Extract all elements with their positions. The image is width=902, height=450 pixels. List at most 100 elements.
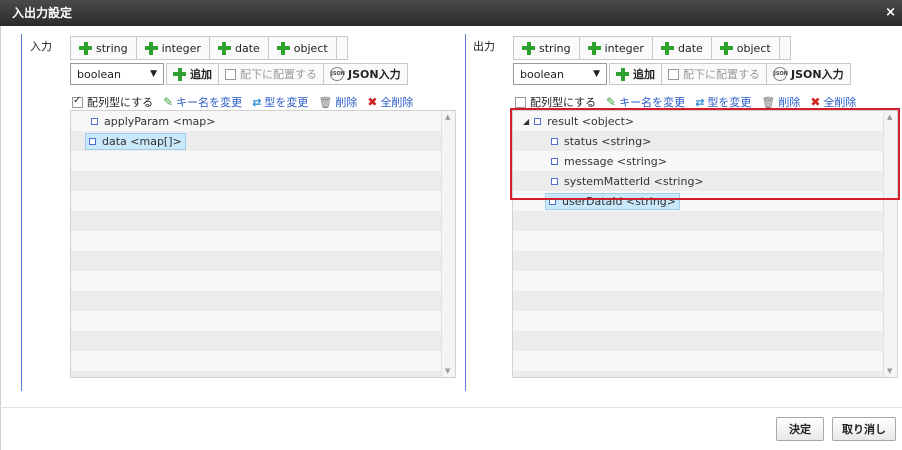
x-icon: ✖	[367, 95, 378, 109]
output-add-label: 追加	[633, 68, 655, 81]
add-date-label: date	[677, 41, 703, 55]
plus-icon	[217, 41, 231, 55]
tree-row-empty	[71, 311, 455, 331]
input-array-label: 配列型にする	[87, 96, 154, 109]
input-type-toolbar: string integer date object	[70, 36, 348, 60]
tree-row-empty	[513, 211, 897, 231]
scroll-down-icon[interactable]: ▼	[887, 367, 892, 375]
add-date-button[interactable]: date	[210, 37, 269, 59]
input-add-label: 追加	[190, 68, 212, 81]
node-icon	[89, 137, 96, 145]
input-child-button[interactable]: 配下に配置する	[219, 63, 324, 85]
checkbox-icon	[515, 96, 526, 108]
output-panel-border	[465, 34, 466, 391]
tree-row-empty	[513, 351, 897, 371]
pencil-icon: ✎	[163, 95, 174, 109]
input-type-select[interactable]: boolean ▼	[70, 63, 164, 85]
output-type-select[interactable]: boolean ▼	[513, 63, 607, 85]
add-date-button[interactable]: date	[653, 37, 712, 59]
input-panel-label: 入力	[30, 40, 52, 53]
input-panel-border	[21, 34, 22, 391]
scroll-up-icon[interactable]: ▲	[445, 113, 450, 121]
tree-row[interactable]: data <map[]>	[71, 131, 455, 151]
tree-row-empty	[71, 331, 455, 351]
plus-icon	[276, 41, 290, 55]
add-integer-button[interactable]: integer	[580, 37, 653, 59]
input-type-select-row: boolean ▼ 追加 配下に配置する JSON JSON入力	[70, 62, 408, 86]
trash-icon: 🗑	[761, 95, 776, 109]
input-rename-button[interactable]: ✎ キー名を変更	[163, 94, 242, 110]
output-type-select-row: boolean ▼ 追加 配下に配置する JSON JSON入力	[513, 62, 851, 86]
tree-row-empty	[71, 291, 455, 311]
cancel-button[interactable]: 取り消し	[832, 417, 896, 441]
dialog-title: 入出力設定	[12, 6, 73, 20]
output-json-button[interactable]: JSON JSON入力	[767, 63, 851, 85]
ok-button[interactable]: 決定	[776, 417, 824, 441]
tree-row[interactable]: applyParam <map>	[71, 111, 455, 131]
input-type-select-value: boolean	[77, 67, 121, 81]
swap-icon: ⇄	[252, 95, 262, 109]
json-icon: JSON	[330, 67, 345, 81]
input-actions-row: 配列型にする ✎キー名を変更 ⇄型を変更 🗑削除 ✖全削除	[72, 94, 413, 110]
tree-row-empty	[513, 271, 897, 291]
highlight-box	[510, 108, 900, 200]
input-retype-button[interactable]: ⇄ 型を変更	[252, 94, 308, 110]
plus-icon	[79, 41, 92, 55]
output-json-label: JSON入力	[791, 68, 844, 81]
add-integer-label: integer	[604, 41, 644, 55]
add-string-button[interactable]: string	[71, 37, 137, 59]
input-tree: applyParam <map> data <map[]> ▲ ▼	[70, 110, 456, 378]
output-child-label: 配下に配置する	[683, 68, 760, 81]
add-object-button[interactable]: object	[269, 37, 337, 59]
input-tree-scrollbar[interactable]: ▲ ▼	[441, 111, 455, 377]
input-delete-all-button[interactable]: ✖ 全削除	[367, 94, 413, 110]
add-string-button[interactable]: string	[514, 37, 580, 59]
swap-icon: ⇄	[695, 95, 705, 109]
plus-icon	[660, 41, 674, 55]
add-date-label: date	[234, 41, 260, 55]
tree-row-empty	[71, 171, 455, 191]
scroll-down-icon[interactable]: ▼	[445, 367, 450, 375]
tree-row-empty	[513, 311, 897, 331]
close-icon[interactable]: ×	[885, 0, 896, 26]
tree-row-empty	[71, 371, 455, 377]
add-string-label: string	[96, 41, 128, 55]
tree-row-empty	[513, 331, 897, 351]
json-icon: JSON	[773, 67, 788, 81]
plus-icon	[616, 67, 629, 81]
checkbox-icon	[668, 68, 679, 80]
input-json-button[interactable]: JSON JSON入力	[324, 63, 408, 85]
tree-item-label: data <map[]>	[102, 134, 182, 148]
tree-row-empty	[513, 231, 897, 251]
tree-row-empty	[71, 151, 455, 171]
trash-icon: 🗑	[318, 95, 333, 109]
input-child-label: 配下に配置する	[240, 68, 317, 81]
pencil-icon: ✎	[606, 95, 617, 109]
input-rename-label: キー名を変更	[176, 96, 243, 109]
tree-row-empty	[513, 371, 897, 377]
input-delete-button[interactable]: 🗑 削除	[318, 94, 357, 110]
tree-item-selected: data <map[]>	[85, 132, 186, 150]
checkbox-icon	[72, 95, 83, 108]
input-array-toggle[interactable]: 配列型にする	[72, 94, 153, 110]
add-string-label: string	[539, 41, 571, 55]
add-object-label: object	[293, 41, 328, 55]
input-json-label: JSON入力	[348, 68, 401, 81]
dialog-title-bar: 入出力設定 ×	[0, 0, 902, 26]
tree-row-empty	[71, 231, 455, 251]
plus-icon	[587, 41, 601, 55]
input-add-button[interactable]: 追加	[166, 63, 219, 85]
add-object-button[interactable]: object	[712, 37, 780, 59]
output-child-button[interactable]: 配下に配置する	[662, 63, 767, 85]
add-object-label: object	[736, 41, 771, 55]
input-delete-all-label: 全削除	[380, 96, 414, 109]
chevron-down-icon: ▼	[150, 69, 157, 79]
output-add-button[interactable]: 追加	[609, 63, 662, 85]
tree-row-empty	[513, 251, 897, 271]
tree-row-empty	[71, 271, 455, 291]
plus-icon	[173, 67, 186, 81]
add-integer-button[interactable]: integer	[137, 37, 210, 59]
plus-icon	[522, 41, 535, 55]
plus-icon	[719, 41, 733, 55]
input-delete-label: 削除	[335, 96, 358, 109]
